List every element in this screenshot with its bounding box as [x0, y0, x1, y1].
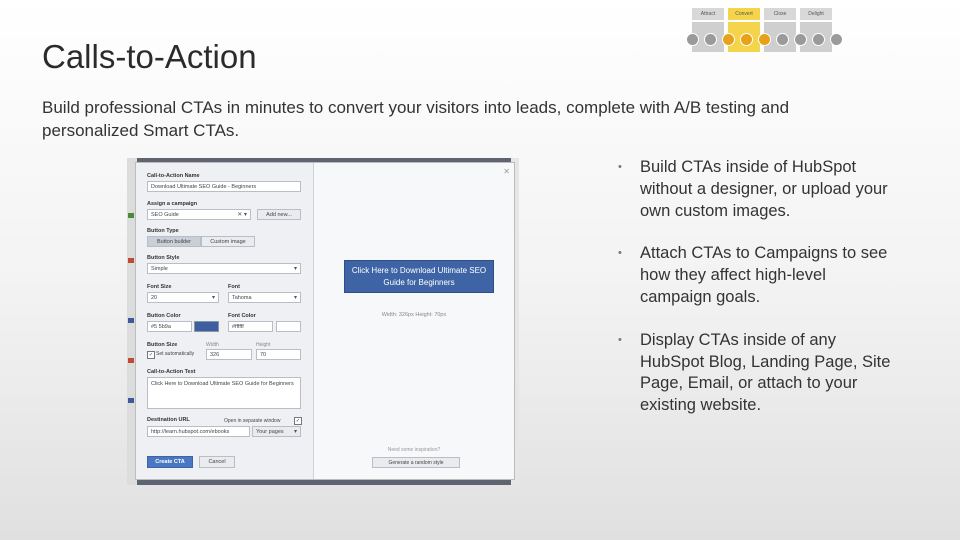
slide-subtitle: Build professional CTAs in minutes to co… — [42, 98, 790, 140]
button-size-label: Button Size — [147, 342, 178, 348]
funnel-stage-convert: Convert — [728, 8, 760, 20]
chevron-down-icon: ▾ — [293, 266, 297, 272]
funnel-diagram: Attract Convert Close Delight — [684, 6, 844, 52]
name-label: Call-to-Action Name — [147, 173, 200, 179]
button-style-label: Button Style — [147, 255, 180, 261]
cta-preview-button: Click Here to Download Ultimate SEO Guid… — [344, 260, 494, 293]
font-size-select[interactable]: 20 ▾ — [147, 292, 219, 303]
bullet-text: Display CTAs inside of any HubSpot Blog,… — [640, 330, 891, 415]
bullet-text: Build CTAs inside of HubSpot without a d… — [640, 158, 888, 220]
cta-preview-panel: ✕ Click Here to Download Ultimate SEO Gu… — [314, 163, 514, 479]
cta-form: Call-to-Action Name Download Ultimate SE… — [136, 163, 314, 479]
button-color-swatch[interactable] — [194, 321, 219, 332]
button-color-label: Button Color — [147, 313, 181, 319]
font-color-label: Font Color — [228, 313, 256, 319]
bg-mark — [128, 358, 134, 363]
button-style-value: Simple — [151, 266, 168, 272]
width-input[interactable]: 326 — [206, 349, 252, 360]
bg-mark — [128, 398, 134, 403]
campaign-label: Assign a campaign — [147, 201, 198, 207]
font-value: Tahoma — [232, 295, 252, 301]
campaign-value: SEO Guide — [151, 212, 179, 218]
create-cta-button[interactable]: Create CTA — [147, 456, 193, 468]
width-label: Width — [206, 342, 219, 348]
set-auto-label: Set automatically — [156, 351, 195, 357]
funnel-stage-delight: Delight — [800, 8, 832, 20]
custom-image-tab[interactable]: Custom image — [201, 236, 255, 247]
bullet-item: • Build CTAs inside of HubSpot without a … — [618, 157, 893, 222]
cta-editor-screenshot: Call-to-Action Name Download Ultimate SE… — [127, 158, 519, 485]
preview-dimensions: Width: 326px Height: 70px — [381, 312, 447, 318]
funnel-node — [830, 33, 843, 46]
chevron-down-icon: ▾ — [211, 295, 215, 301]
bullet-item: • Attach CTAs to Campaigns to see how the… — [618, 243, 893, 308]
cta-dialog: Call-to-Action Name Download Ultimate SE… — [135, 162, 515, 480]
dest-url-input[interactable]: http://learn.hubspot.com/ebooks — [147, 426, 250, 437]
bullet-list: • Build CTAs inside of HubSpot without a … — [618, 157, 893, 438]
cta-text-area[interactable]: Click Here to Download Ultimate SEO Guid… — [147, 377, 301, 409]
new-window-label: Open in separate window — [224, 418, 281, 424]
funnel-node — [686, 33, 699, 46]
cancel-button[interactable]: Cancel — [199, 456, 235, 468]
bullet-text: Attach CTAs to Campaigns to see how they… — [640, 244, 888, 306]
inspiration-text: Need some inspiration? — [387, 447, 441, 453]
bullet-marker: • — [618, 333, 622, 346]
bullet-marker: • — [618, 161, 622, 173]
bg-mark — [128, 258, 134, 263]
new-window-checkbox[interactable]: ✓ — [294, 417, 302, 425]
funnel-node-active — [758, 33, 771, 46]
font-color-input[interactable]: #ffffff — [228, 321, 273, 332]
funnel-stage-attract: Attract — [692, 8, 724, 20]
chevron-down-icon: ▾ — [293, 429, 297, 435]
your-pages-select[interactable]: Your pages ▾ — [252, 426, 301, 437]
funnel-node — [776, 33, 789, 46]
font-select[interactable]: Tahoma ▾ — [228, 292, 301, 303]
bg-mark — [128, 213, 134, 218]
button-style-select[interactable]: Simple ▾ — [147, 263, 301, 274]
button-color-input[interactable]: #5 5b9a — [147, 321, 192, 332]
font-size-value: 20 — [151, 295, 158, 301]
chevron-down-icon: ▾ — [293, 295, 297, 301]
funnel-node — [704, 33, 717, 46]
funnel-node-active — [722, 33, 735, 46]
font-color-swatch[interactable] — [276, 321, 301, 332]
bg-mark — [128, 318, 134, 323]
funnel-stage-close: Close — [764, 8, 796, 20]
height-input[interactable]: 70 — [256, 349, 301, 360]
random-style-button[interactable]: Generate a random style — [372, 457, 460, 468]
height-label: Height — [256, 342, 271, 348]
button-type-label: Button Type — [147, 228, 179, 234]
funnel-node-active — [740, 33, 753, 46]
clear-chevron-icon: ✕ ▾ — [237, 212, 247, 218]
funnel-node — [812, 33, 825, 46]
font-label: Font — [228, 284, 240, 290]
button-builder-tab[interactable]: Button builder — [147, 236, 201, 247]
dest-url-label: Destination URL — [147, 417, 190, 423]
set-auto-checkbox[interactable]: ✓ — [147, 351, 155, 359]
slide-title: Calls-to-Action — [42, 38, 257, 75]
bullet-marker: • — [618, 247, 622, 260]
close-icon[interactable]: ✕ — [503, 167, 510, 176]
add-new-campaign-button[interactable]: Add new... — [257, 209, 301, 220]
cta-name-input[interactable]: Download Ultimate SEO Guide - Beginners — [147, 181, 301, 192]
cta-text-label: Call-to-Action Text — [147, 369, 196, 375]
font-size-label: Font Size — [147, 284, 172, 290]
your-pages-value: Your pages — [256, 429, 284, 435]
bullet-item: • Display CTAs inside of any HubSpot Blog… — [618, 330, 893, 417]
campaign-select[interactable]: SEO Guide ✕ ▾ — [147, 209, 251, 220]
funnel-node — [794, 33, 807, 46]
